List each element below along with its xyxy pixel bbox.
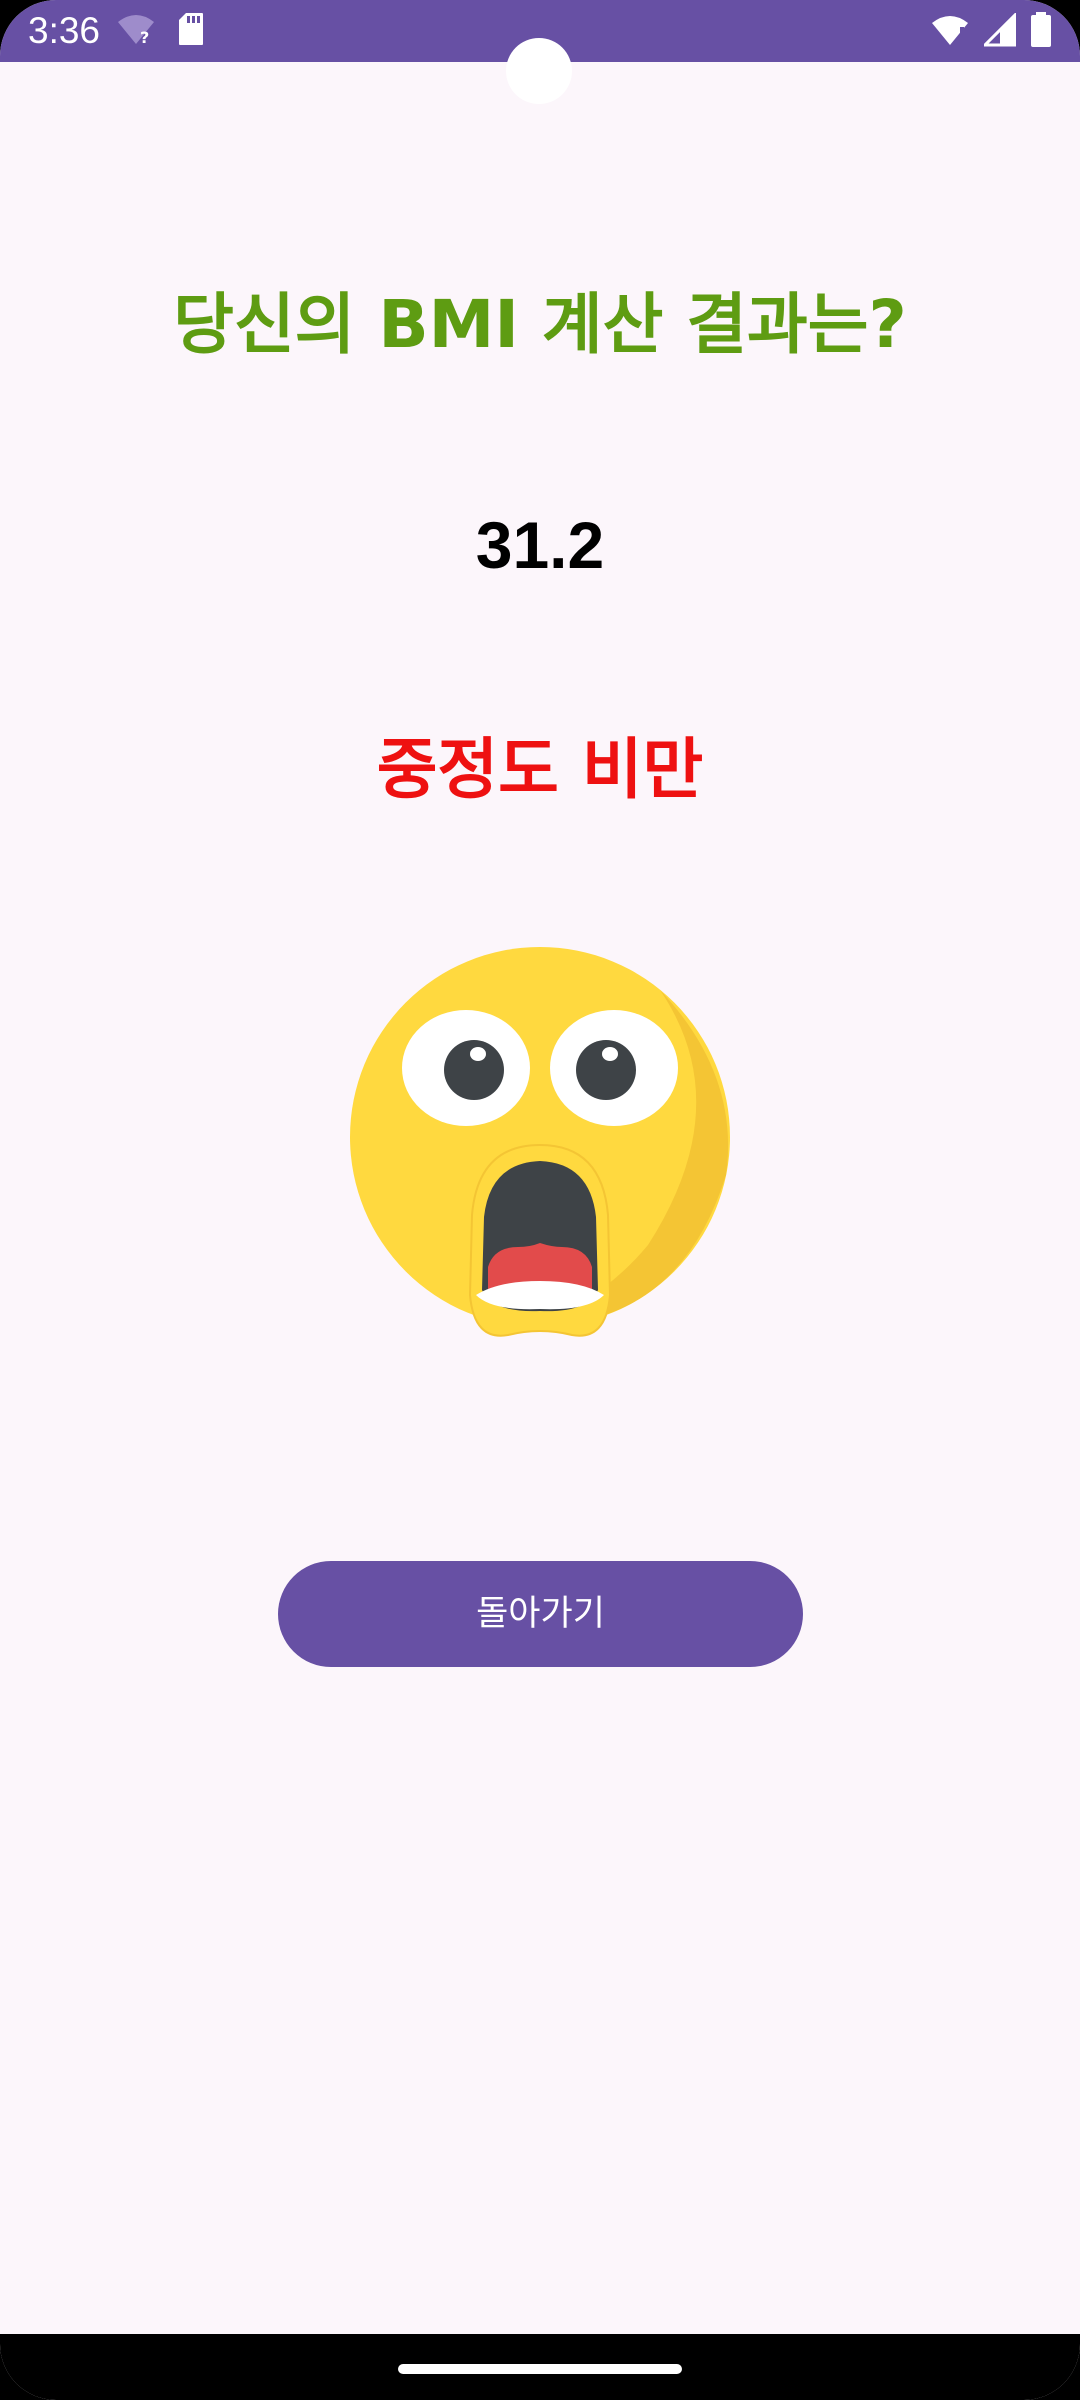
status-left-icons: ? <box>116 12 204 51</box>
home-gesture-handle[interactable] <box>398 2364 682 2374</box>
bmi-category: 중정도 비만 <box>376 731 704 808</box>
bmi-value: 31.2 <box>475 508 605 582</box>
wifi-icon <box>930 13 970 52</box>
back-button[interactable]: 돌아가기 <box>278 1561 803 1667</box>
app-screen: 3:36 ? 당신의 BMI 계산 결과는? 31.2 중정도 비만 돌아가기 <box>0 0 1080 2400</box>
status-right-icons <box>930 11 1052 53</box>
shocked-face-emoji-icon <box>348 945 732 1345</box>
battery-icon <box>1030 12 1052 53</box>
signal-icon <box>981 11 1017 52</box>
sd-card-icon <box>178 12 204 51</box>
wifi-question-icon: ? <box>116 12 156 51</box>
camera-cutout <box>506 38 572 104</box>
status-time: 3:36 <box>28 10 101 51</box>
result-title: 당신의 BMI 계산 결과는? <box>173 286 907 363</box>
svg-text:?: ? <box>140 28 149 46</box>
